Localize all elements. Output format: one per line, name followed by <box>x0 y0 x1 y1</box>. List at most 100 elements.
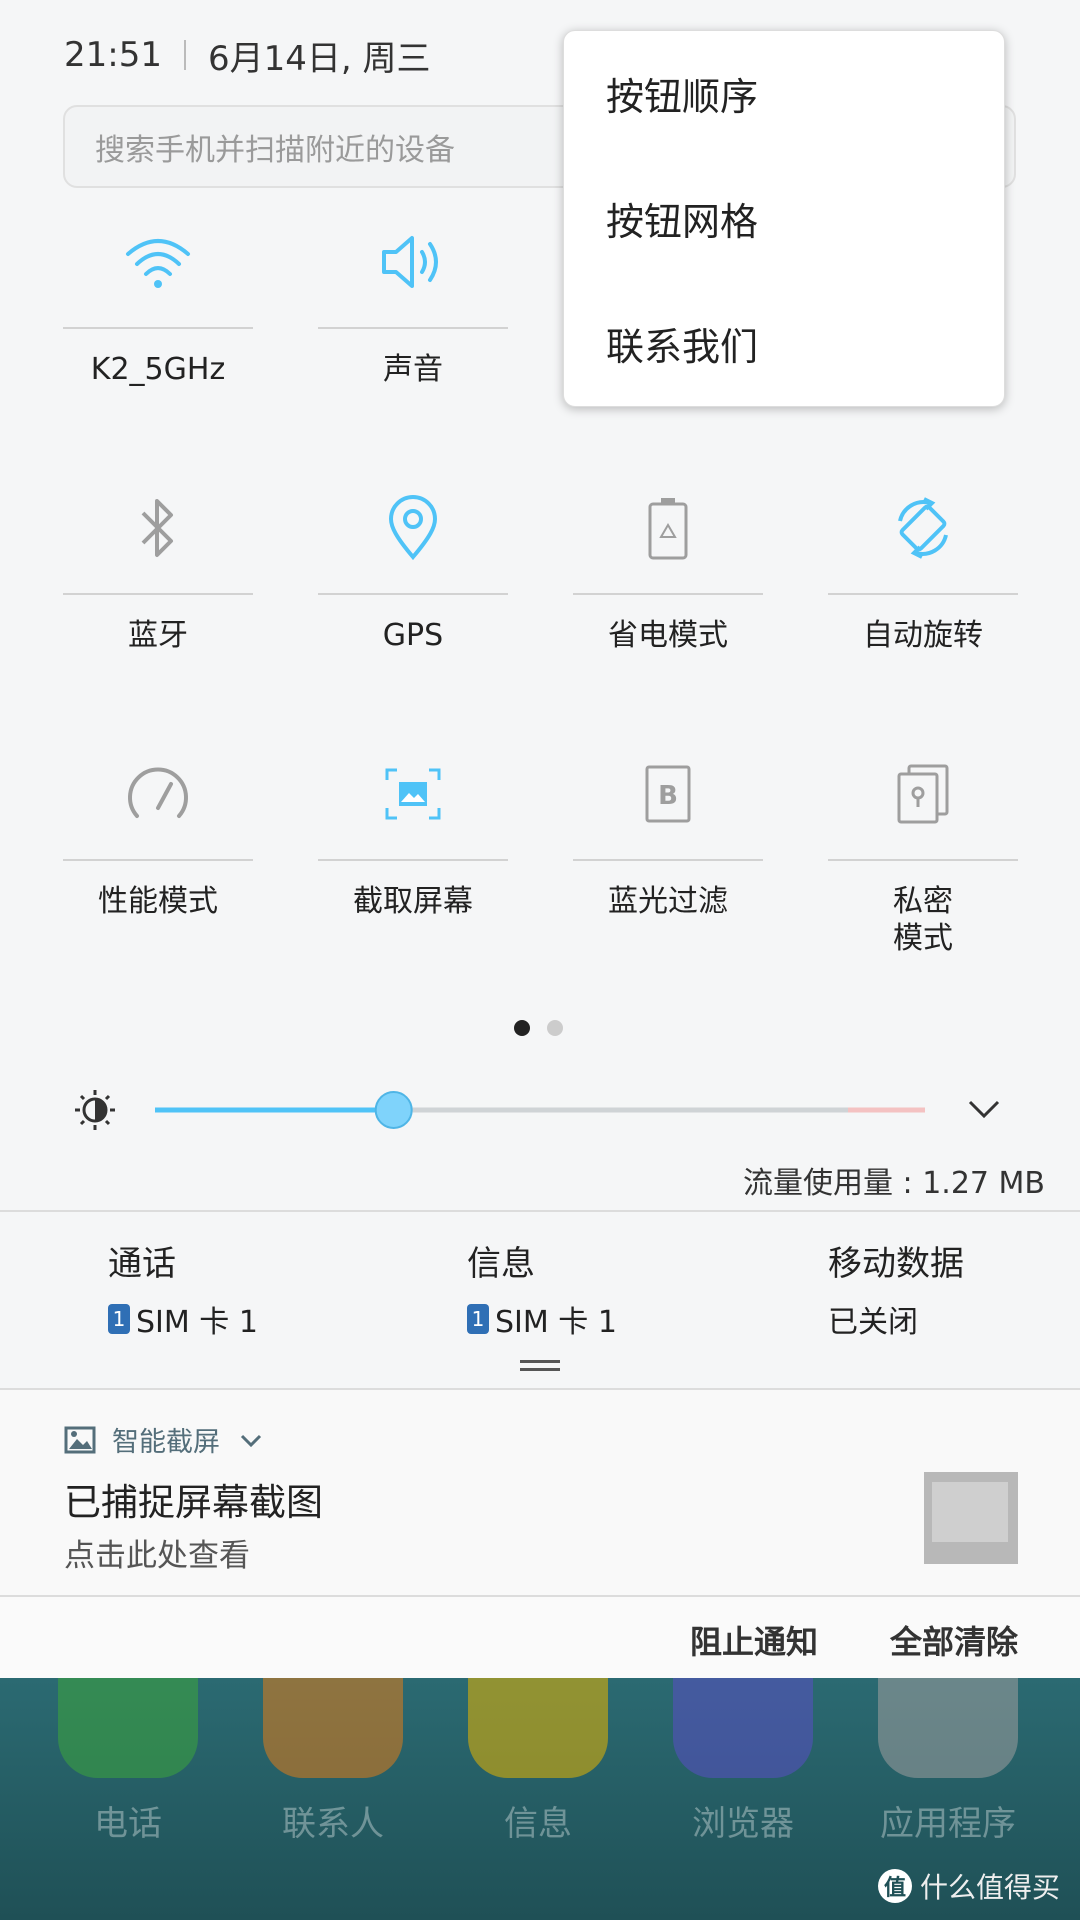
tile-performance-mode[interactable]: 性能模式 <box>63 744 253 920</box>
divider <box>0 1210 1080 1212</box>
app-label: 信息 <box>504 1804 572 1844</box>
search-placeholder: 搜索手机并扫描附近的设备 <box>95 132 455 168</box>
sound-icon <box>382 236 438 288</box>
sim-calls[interactable]: 通话 1 SIM 卡 1 <box>108 1236 258 1341</box>
tile-label: 蓝光过滤 <box>608 884 728 919</box>
bluetooth-icon <box>141 499 173 557</box>
mobile-data-value: 已关闭 <box>828 1305 918 1340</box>
sim-card-icon: 1 <box>467 1304 489 1334</box>
location-icon <box>388 495 438 561</box>
menu-item-button-grid[interactable]: 按钮网格 <box>564 156 1004 281</box>
battery-saver-icon <box>648 498 688 560</box>
brightness-icon <box>75 1090 115 1130</box>
tile-divider <box>318 327 508 329</box>
app-messages[interactable]: 信息 <box>468 1678 608 1845</box>
watermark: 值 什么值得买 <box>877 1866 1060 1906</box>
tile-label: 蓝牙 <box>128 618 188 653</box>
app-contacts[interactable]: 联系人 <box>263 1678 403 1845</box>
chevron-down-icon[interactable] <box>968 1100 1000 1119</box>
block-notifications-button[interactable]: 阻止通知 <box>690 1617 818 1663</box>
tile-divider <box>63 593 253 595</box>
tile-power-saving[interactable]: 省电模式 <box>573 478 763 654</box>
app-label: 应用程序 <box>880 1804 1016 1844</box>
notification-app-name: 智能截屏 <box>112 1427 220 1458</box>
tile-divider <box>828 593 1018 595</box>
app-label: 电话 <box>94 1804 162 1844</box>
page-dot <box>547 1020 563 1036</box>
phone-icon <box>58 1678 198 1778</box>
notification-actions: 阻止通知 全部清除 <box>0 1597 1080 1678</box>
tile-blue-light-filter[interactable]: B 蓝光过滤 <box>573 744 763 920</box>
date: 6月14日, 周三 <box>207 38 431 79</box>
page-indicator <box>514 1020 563 1036</box>
data-usage-label: 流量使用量 : 1.27 MB <box>743 1166 1045 1201</box>
brightness-control <box>75 1090 1000 1130</box>
app-label: 浏览器 <box>692 1804 794 1844</box>
tile-label: 截取屏幕 <box>353 884 473 919</box>
app-label: 联系人 <box>282 1804 384 1844</box>
home-screen-dimmed: 电话 联系人 信息 浏览器 应用程序 值 什么值得买 <box>0 1678 1080 1920</box>
tile-gps[interactable]: GPS <box>318 478 508 654</box>
screenshot-notification[interactable]: 智能截屏 已捕捉屏幕截图 点击此处查看 <box>0 1390 1080 1595</box>
wifi-icon <box>126 239 190 288</box>
tile-divider <box>318 593 508 595</box>
sim-messages[interactable]: 信息 1 SIM 卡 1 <box>467 1236 617 1341</box>
tile-label: K2_5GHz <box>90 352 226 387</box>
auto-rotate-icon <box>898 497 948 559</box>
app-phone[interactable]: 电话 <box>58 1678 198 1845</box>
tile-screenshot[interactable]: 截取屏幕 <box>318 744 508 920</box>
tile-divider <box>63 859 253 861</box>
private-mode-icon <box>897 764 949 824</box>
tile-divider <box>318 859 508 861</box>
tile-label: 私密 模式 <box>893 884 953 956</box>
sim-calls-title: 通话 <box>108 1244 176 1284</box>
clear-all-button[interactable]: 全部清除 <box>890 1617 1018 1663</box>
tile-divider <box>828 859 1018 861</box>
blue-light-filter-icon: B <box>645 765 691 823</box>
notification-subtitle: 点击此处查看 <box>64 1538 250 1574</box>
menu-item-button-order[interactable]: 按钮顺序 <box>564 31 1004 156</box>
tile-divider <box>573 859 763 861</box>
watermark-logo: 值 <box>877 1869 912 1903</box>
tile-divider <box>573 593 763 595</box>
status-separator <box>183 40 186 70</box>
brightness-slider-thumb[interactable] <box>374 1091 413 1129</box>
tile-label: 声音 <box>383 352 443 387</box>
mobile-data-title: 移动数据 <box>828 1244 964 1284</box>
image-icon <box>64 1426 96 1453</box>
chevron-down-icon[interactable] <box>238 1430 264 1450</box>
page-dot-active <box>514 1020 530 1036</box>
tile-wifi[interactable]: K2_5GHz <box>63 212 253 388</box>
tile-label: 自动旋转 <box>863 618 983 653</box>
tile-auto-rotate[interactable]: 自动旋转 <box>828 478 1018 654</box>
sim-calls-value: SIM 卡 1 <box>136 1305 258 1340</box>
svg-text:B: B <box>658 781 678 811</box>
clock: 21:51 <box>64 35 162 75</box>
tile-label: GPS <box>382 618 444 653</box>
tile-sound[interactable]: 声音 <box>318 212 508 388</box>
app-browser[interactable]: 浏览器 <box>673 1678 813 1845</box>
mobile-data[interactable]: 移动数据 已关闭 <box>828 1236 964 1341</box>
sim-messages-title: 信息 <box>467 1244 535 1284</box>
tile-label: 性能模式 <box>98 884 218 919</box>
drag-handle[interactable] <box>520 1360 560 1376</box>
notification-title: 已捕捉屏幕截图 <box>64 1481 323 1524</box>
overflow-menu: 按钮顺序 按钮网格 联系我们 <box>563 30 1005 407</box>
apps-grid-icon <box>878 1678 1018 1778</box>
sim-card-icon: 1 <box>108 1304 130 1334</box>
speedometer-icon <box>128 767 188 818</box>
menu-item-contact-us[interactable]: 联系我们 <box>564 281 1004 406</box>
tile-label: 省电模式 <box>608 618 728 653</box>
tile-private-mode[interactable]: 私密 模式 <box>828 744 1018 957</box>
tile-divider <box>63 327 253 329</box>
screenshot-thumbnail <box>924 1472 1018 1564</box>
sim-messages-value: SIM 卡 1 <box>495 1305 617 1340</box>
messages-icon <box>468 1678 608 1778</box>
watermark-text: 什么值得买 <box>919 1871 1060 1904</box>
browser-icon <box>673 1678 813 1778</box>
status-bar: 21:51 6月14日, 周三 <box>64 30 431 80</box>
tile-bluetooth[interactable]: 蓝牙 <box>63 478 253 654</box>
app-drawer[interactable]: 应用程序 <box>878 1678 1018 1845</box>
contacts-icon <box>263 1678 403 1778</box>
screenshot-icon <box>385 768 441 820</box>
